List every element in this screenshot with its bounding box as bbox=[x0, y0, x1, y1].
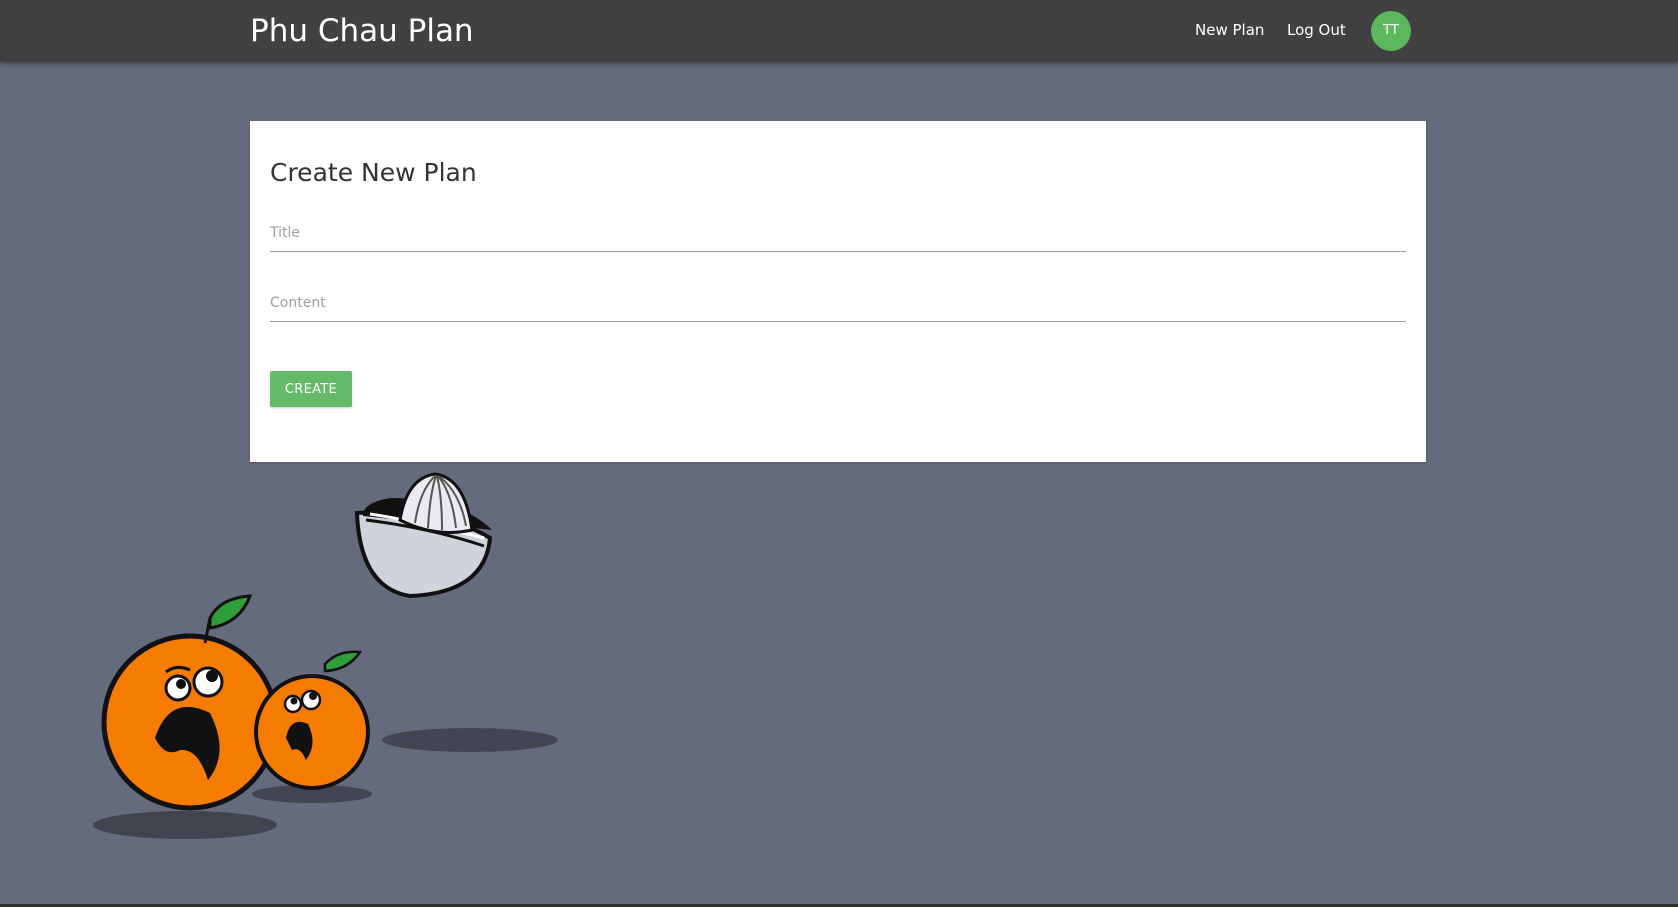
content-input[interactable] bbox=[270, 285, 1406, 322]
title-input[interactable] bbox=[270, 215, 1406, 252]
user-avatar[interactable]: TT bbox=[1371, 11, 1411, 51]
create-button[interactable]: CREATE bbox=[270, 371, 352, 407]
brand-title[interactable]: Phu Chau Plan bbox=[250, 11, 474, 51]
page: Phu Chau Plan New Plan Log Out TT Create… bbox=[0, 0, 1678, 907]
juicer-icon bbox=[354, 472, 493, 599]
page-title: Create New Plan bbox=[270, 158, 477, 187]
create-plan-card: Create New Plan CREATE bbox=[250, 121, 1426, 462]
orange-large-icon bbox=[101, 594, 279, 811]
orange-small-icon bbox=[254, 650, 370, 790]
top-navbar: Phu Chau Plan New Plan Log Out TT bbox=[0, 0, 1678, 62]
log-out-link[interactable]: Log Out bbox=[1287, 19, 1346, 41]
scared-oranges-illustration bbox=[93, 472, 558, 839]
new-plan-link[interactable]: New Plan bbox=[1195, 19, 1264, 41]
